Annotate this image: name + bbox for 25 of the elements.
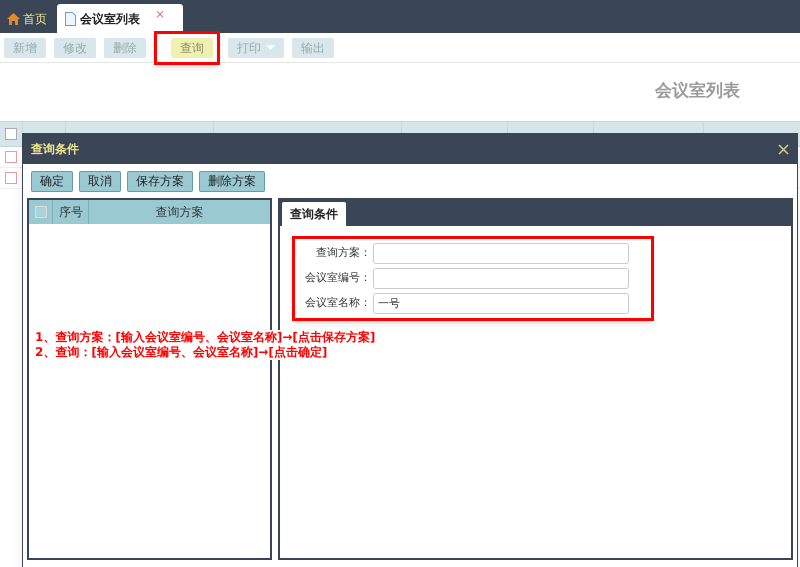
page-title: 会议室列表 [655, 80, 740, 104]
column-header: 序号 [59, 204, 83, 221]
input-field[interactable]: 一号 [373, 293, 629, 314]
document-icon [65, 12, 76, 26]
tab[interactable]: 查询条件 [282, 202, 346, 226]
checkbox[interactable] [5, 151, 17, 163]
dialog-button[interactable]: 取消 [79, 170, 121, 192]
dialog-button[interactable]: 确定 [31, 170, 73, 192]
dialog-button[interactable]: 保存方案 [127, 170, 193, 192]
dialog-title: 查询条件 [31, 141, 79, 158]
field-label: 会议室编号： [304, 270, 371, 286]
tab[interactable]: 首页 [3, 4, 51, 33]
input-field[interactable] [373, 243, 629, 264]
close-icon[interactable] [778, 144, 789, 154]
house-icon [7, 12, 20, 24]
tab[interactable]: 会议室列表 × [57, 4, 183, 33]
column-header: 查询方案 [156, 204, 204, 221]
input-field[interactable] [373, 268, 629, 289]
field-label: 查询方案： [315, 245, 371, 262]
field-label: 会议室名称： [304, 295, 371, 312]
checkbox[interactable] [5, 172, 17, 184]
checkbox[interactable] [5, 128, 17, 140]
instruction-text: 1、查询方案：[输入会议室编号、会议室名称]→[点击保存方案] [35, 330, 376, 345]
dialog-button[interactable]: 删除方案 [199, 170, 265, 192]
instruction-text: 2、查询：[输入会议室编号、会议室名称]→[点击确定] [35, 345, 328, 360]
